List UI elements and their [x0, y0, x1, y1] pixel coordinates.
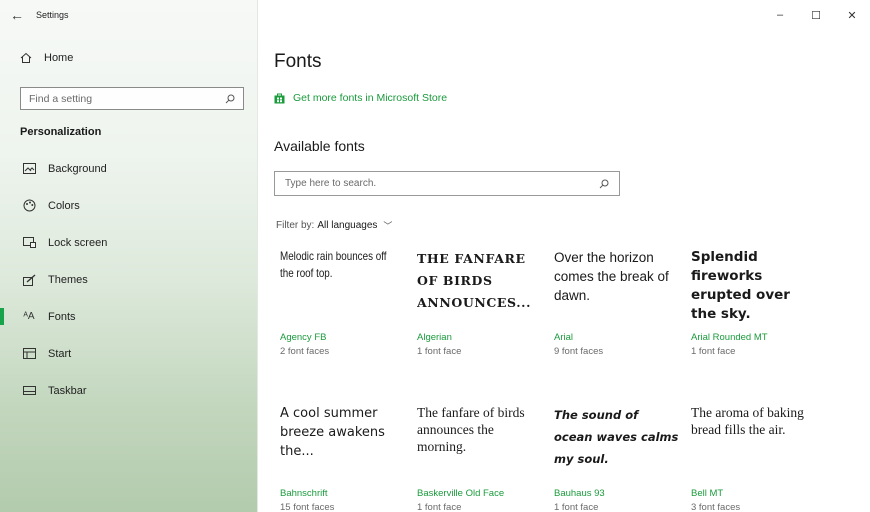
search-icon: [225, 94, 235, 103]
sidebar: ← Settings Home Find a setting Personali…: [0, 0, 258, 512]
sidebar-item-start[interactable]: Start: [0, 335, 258, 372]
font-faces: 1 font face: [417, 346, 462, 357]
sidebar-item-themes[interactable]: Themes: [0, 261, 258, 298]
minimize-button[interactable]: –: [762, 0, 798, 30]
back-button[interactable]: ←: [0, 0, 34, 30]
window-title: Settings: [36, 10, 69, 20]
start-icon: [22, 347, 36, 361]
sidebar-item-label: Fonts: [48, 310, 76, 323]
font-name: Bahnschrift: [280, 488, 328, 499]
filter-value: All languages: [317, 220, 378, 231]
font-faces: 9 font faces: [554, 346, 604, 357]
section-title: Personalization: [20, 126, 102, 138]
close-icon: ✕: [847, 9, 857, 22]
font-faces: 1 font face: [417, 502, 462, 512]
store-link[interactable]: Get more fonts in Microsoft Store: [274, 92, 447, 104]
font-name: Arial: [554, 332, 574, 343]
find-setting-placeholder: Find a setting: [29, 92, 93, 105]
font-name: Arial Rounded MT: [691, 332, 768, 343]
taskbar-icon: [22, 384, 36, 398]
font-card-algerian[interactable]: THE FANFARE OF BIRDS ANNOUNCES... Algeri…: [417, 248, 542, 357]
font-card-arial[interactable]: Over the horizon comes the break of dawn…: [554, 248, 679, 357]
font-search-placeholder: Type here to search.: [285, 178, 377, 189]
font-card-agency-fb[interactable]: Melodic rain bounces off the roof top. A…: [280, 248, 405, 357]
font-faces: 3 font faces: [691, 502, 741, 512]
lock-screen-icon: [22, 236, 36, 250]
sidebar-item-fonts[interactable]: ᴬA Fonts: [0, 298, 258, 335]
font-card-bahnschrift[interactable]: A cool summer breeze awakens the... Bahn…: [280, 404, 405, 512]
font-name: Agency FB: [280, 332, 327, 343]
font-sample: The aroma of baking bread fills the air.: [691, 405, 804, 437]
store-icon: [274, 93, 285, 103]
picture-icon: [22, 162, 36, 176]
themes-icon: [22, 273, 36, 287]
font-faces: 2 font faces: [280, 346, 330, 357]
search-icon: [599, 179, 609, 188]
sidebar-item-label: Lock screen: [48, 236, 108, 249]
arrow-left-icon: ←: [10, 7, 24, 23]
font-name: Baskerville Old Face: [417, 488, 505, 499]
font-faces: 15 font faces: [280, 502, 335, 512]
font-name: Bauhaus 93: [554, 488, 605, 499]
close-button[interactable]: ✕: [834, 0, 870, 30]
font-search-input[interactable]: Type here to search.: [274, 171, 620, 196]
home-label: Home: [44, 52, 74, 64]
sidebar-item-label: Themes: [48, 273, 88, 286]
sidebar-item-background[interactable]: Background: [0, 150, 258, 187]
sidebar-item-label: Start: [48, 347, 72, 360]
font-sample: The fanfare of birds announces the morni…: [417, 405, 525, 454]
available-fonts-heading: Available fonts: [274, 138, 365, 154]
home-icon: [20, 52, 32, 63]
palette-icon: [22, 199, 36, 213]
font-faces: 1 font face: [691, 346, 736, 357]
language-filter-dropdown[interactable]: Filter by: All languages ﹀: [276, 219, 392, 232]
sidebar-item-label: Taskbar: [48, 384, 87, 397]
filter-label: Filter by:: [276, 220, 315, 231]
sidebar-item-lock-screen[interactable]: Lock screen: [0, 224, 258, 261]
maximize-icon: ☐: [811, 9, 821, 22]
font-sample: Melodic rain bounces off the roof top.: [280, 249, 387, 280]
font-name: Bell MT: [691, 488, 724, 499]
font-grid: Melodic rain bounces off the roof top. A…: [280, 248, 840, 512]
titlebar-left: ← Settings: [0, 0, 258, 30]
sidebar-item-label: Colors: [48, 199, 80, 212]
font-faces: 1 font face: [554, 502, 599, 512]
font-sample: Over the horizon comes the break of dawn…: [554, 250, 669, 303]
find-setting-input[interactable]: Find a setting: [20, 87, 244, 110]
font-sample: Splendid fireworks erupted over the sky.: [691, 249, 790, 322]
font-sample: The sound of ocean waves calms my soul.: [554, 408, 679, 466]
font-card-bauhaus-93[interactable]: The sound of ocean waves calms my soul. …: [554, 404, 679, 512]
sidebar-item-label: Background: [48, 162, 107, 175]
font-sample: A cool summer breeze awakens the...: [280, 406, 385, 459]
sidebar-item-taskbar[interactable]: Taskbar: [0, 372, 258, 409]
sidebar-item-colors[interactable]: Colors: [0, 187, 258, 224]
page-title: Fonts: [274, 51, 322, 72]
main-content: – ☐ ✕ Fonts Get more fonts in Microsoft …: [259, 0, 870, 512]
window-controls: – ☐ ✕: [762, 0, 870, 30]
font-name: Algerian: [417, 332, 452, 343]
home-link[interactable]: Home: [20, 52, 73, 64]
font-card-arial-rounded-mt[interactable]: Splendid fireworks erupted over the sky.…: [691, 248, 816, 357]
font-sample: THE FANFARE OF BIRDS ANNOUNCES...: [417, 251, 532, 310]
sidebar-nav: Background Colors Lock screen Themes ᴬA …: [0, 150, 258, 409]
minimize-icon: –: [776, 9, 784, 21]
chevron-down-icon: ﹀: [383, 221, 393, 231]
store-link-label: Get more fonts in Microsoft Store: [293, 92, 448, 104]
maximize-button[interactable]: ☐: [798, 0, 834, 30]
font-card-baskerville-old-face[interactable]: The fanfare of birds announces the morni…: [417, 404, 542, 512]
font-card-bell-mt[interactable]: The aroma of baking bread fills the air.…: [691, 404, 816, 512]
fonts-icon: ᴬA: [23, 311, 35, 322]
